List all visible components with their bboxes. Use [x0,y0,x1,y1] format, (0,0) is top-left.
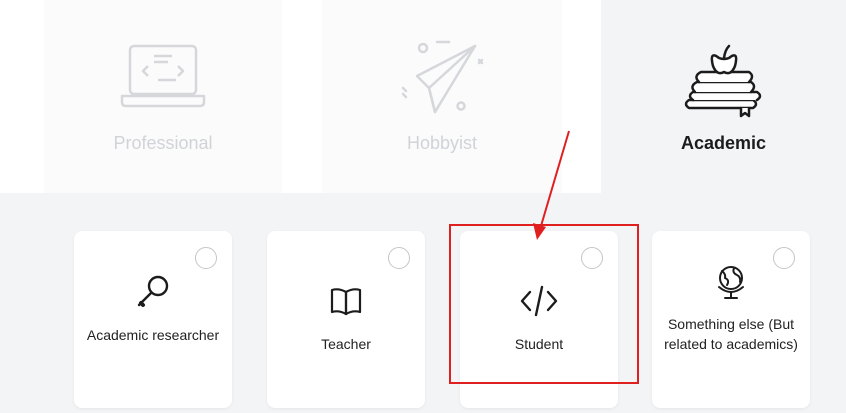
radio-teacher[interactable] [388,247,410,269]
option-card-academic-researcher[interactable]: Academic researcher [74,231,232,408]
code-icon [520,285,558,317]
magnifier-icon [137,275,169,307]
category-academic[interactable]: Academic [601,0,846,193]
category-academic-label: Academic [680,133,767,153]
category-professional-label: Professional [113,133,213,153]
radio-academic-researcher[interactable] [195,247,217,269]
books-apple-icon [684,44,761,118]
radio-something-else[interactable] [773,247,795,269]
category-professional[interactable]: Professional [44,0,282,193]
laptop-code-icon [120,44,206,108]
option-card-student[interactable]: Student [460,231,618,408]
option-label-something-else: Something else (But related to academics… [664,316,798,352]
open-book-icon [330,288,362,316]
category-hobbyist[interactable]: Hobbyist [322,0,562,193]
option-label-academic-researcher: Academic researcher [86,327,220,343]
globe-icon [718,266,744,299]
radio-student[interactable] [581,247,603,269]
category-hobbyist-label: Hobbyist [406,133,478,153]
option-label-student: Student [514,336,564,352]
option-card-teacher[interactable]: Teacher [267,231,425,408]
option-card-something-else[interactable]: Something else (But related to academics… [652,231,810,408]
option-label-teacher: Teacher [321,336,371,352]
paper-plane-icon [401,40,484,114]
